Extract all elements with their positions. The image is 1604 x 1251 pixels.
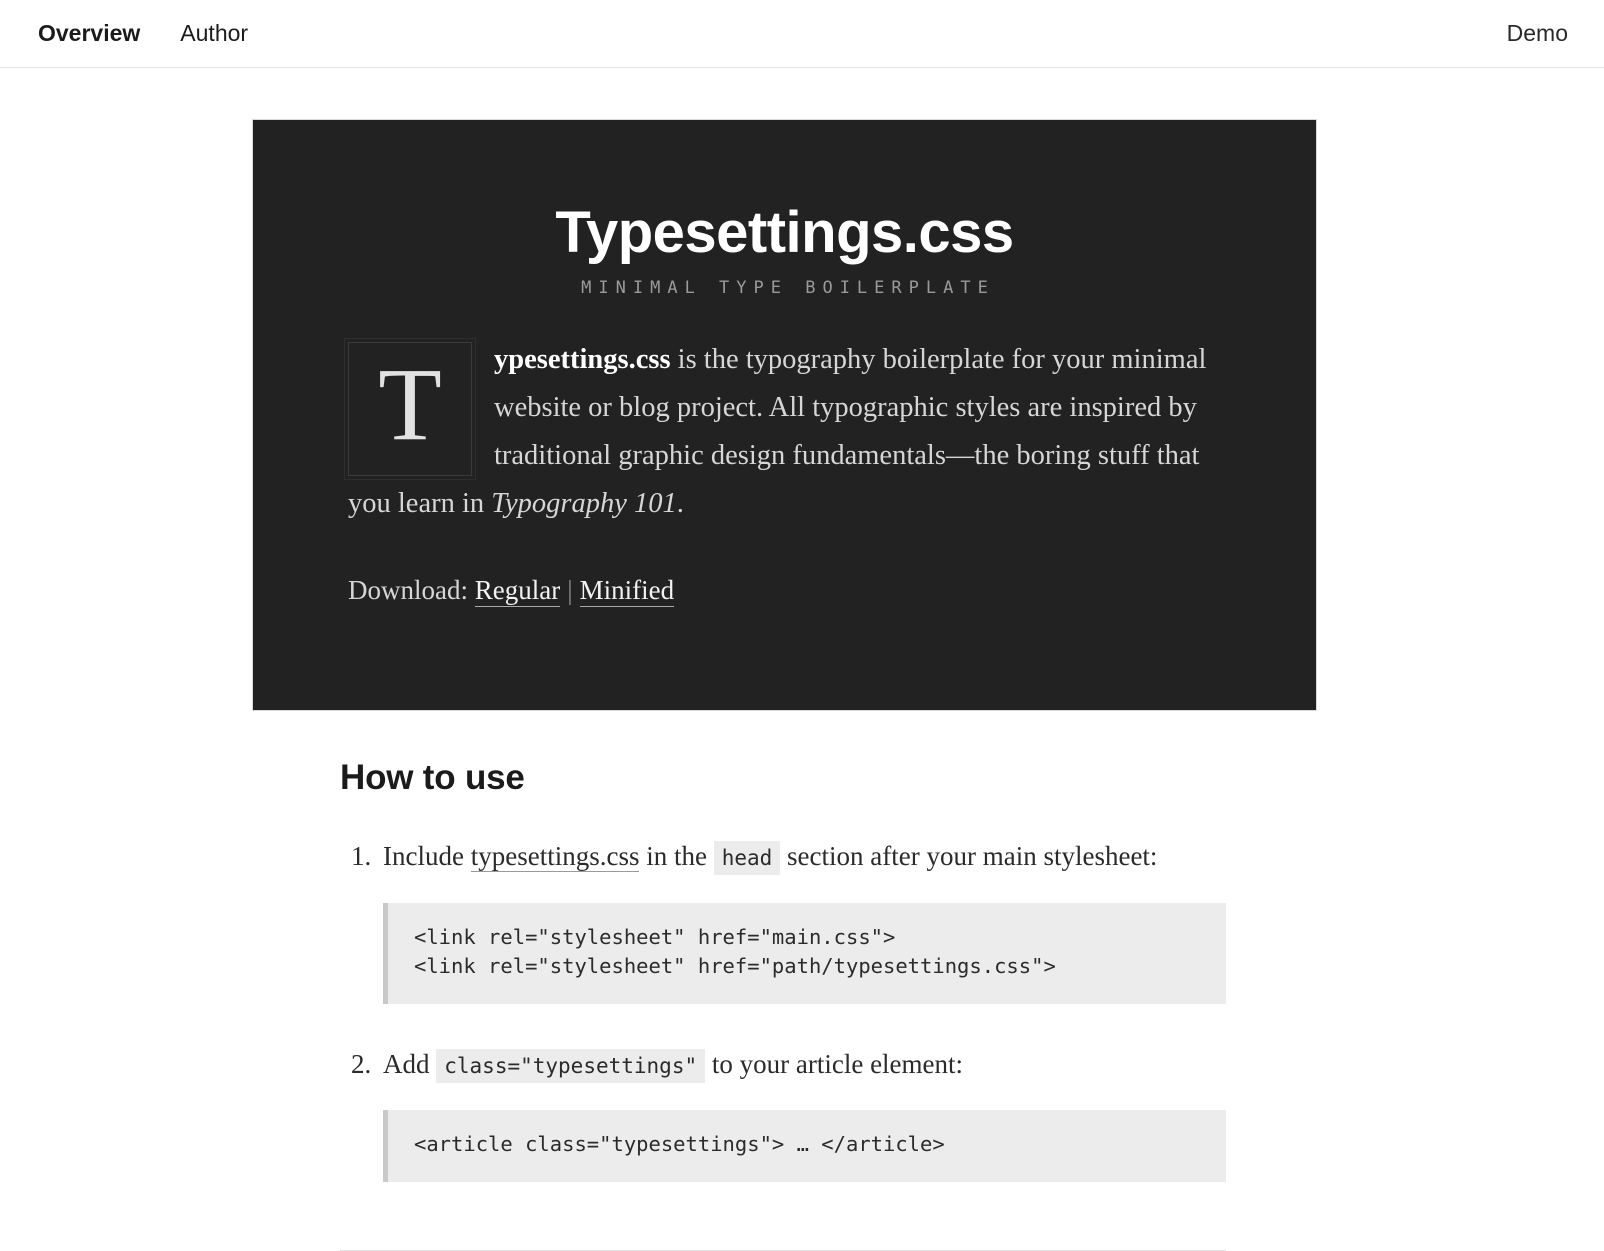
step-2-text-after: to your article element:	[705, 1048, 964, 1079]
download-separator: |	[567, 575, 573, 606]
code-block-link-tags: <link rel="stylesheet" href="main.css"> …	[383, 902, 1226, 1004]
steps-list: Include typesettings.css in the head sec…	[340, 836, 1226, 1183]
dropcap-letter: T	[344, 337, 476, 480]
hero-title: Typesettings.css	[555, 200, 1014, 265]
how-to-use-section: How to use Include typesettings.css in t…	[340, 758, 1226, 1183]
lead-body-text-end: .	[676, 487, 684, 519]
step-1-text-after: section after your main stylesheet:	[780, 841, 1158, 871]
inline-code-head: head	[713, 841, 781, 875]
inline-code-class-typesettings: class="typesettings"	[436, 1048, 706, 1083]
hero-lead-paragraph: Typesettings.css is the typography boile…	[344, 336, 1221, 528]
hero-banner: Typesettings.css MINIMAL TYPE BOILERPLAT…	[253, 120, 1316, 710]
code-block-article-tag: <article class="typesettings"> … </artic…	[383, 1110, 1226, 1183]
download-minified-link[interactable]: Minified	[579, 575, 675, 608]
list-item: Add class="typesettings" to your article…	[378, 1044, 1226, 1183]
nav-left-group: Overview Author	[38, 22, 248, 45]
top-navigation-bar: Overview Author Demo	[0, 0, 1604, 68]
hero-subtitle: MINIMAL TYPE BOILERPLATE	[581, 277, 995, 298]
nav-item-author[interactable]: Author	[180, 22, 248, 45]
nav-item-overview[interactable]: Overview	[38, 22, 140, 45]
step-1-text-before: Include	[383, 841, 471, 871]
download-label: Download:	[348, 575, 468, 606]
step-1-text: Include typesettings.css in the head sec…	[383, 841, 1158, 875]
lead-strong-text: ypesettings.css	[494, 343, 671, 375]
nav-right-group: Demo	[1507, 20, 1568, 46]
nav-item-demo[interactable]: Demo	[1507, 20, 1568, 46]
hero-download-row: Download: Regular | Minified	[348, 572, 1221, 610]
step-1-text-middle: in the	[639, 841, 714, 871]
list-item: Include typesettings.css in the head sec…	[378, 836, 1226, 1004]
lead-body-text: is the typography boilerplate for your m…	[348, 343, 1207, 519]
section-heading-how-to-use: How to use	[340, 758, 525, 797]
typesettings-css-link[interactable]: typesettings.css	[470, 841, 640, 872]
lead-italic-text: Typography 101	[491, 487, 677, 519]
step-2-text: Add class="typesettings" to your article…	[383, 1048, 964, 1083]
step-2-text-before: Add	[383, 1048, 437, 1079]
download-regular-link[interactable]: Regular	[474, 575, 561, 608]
